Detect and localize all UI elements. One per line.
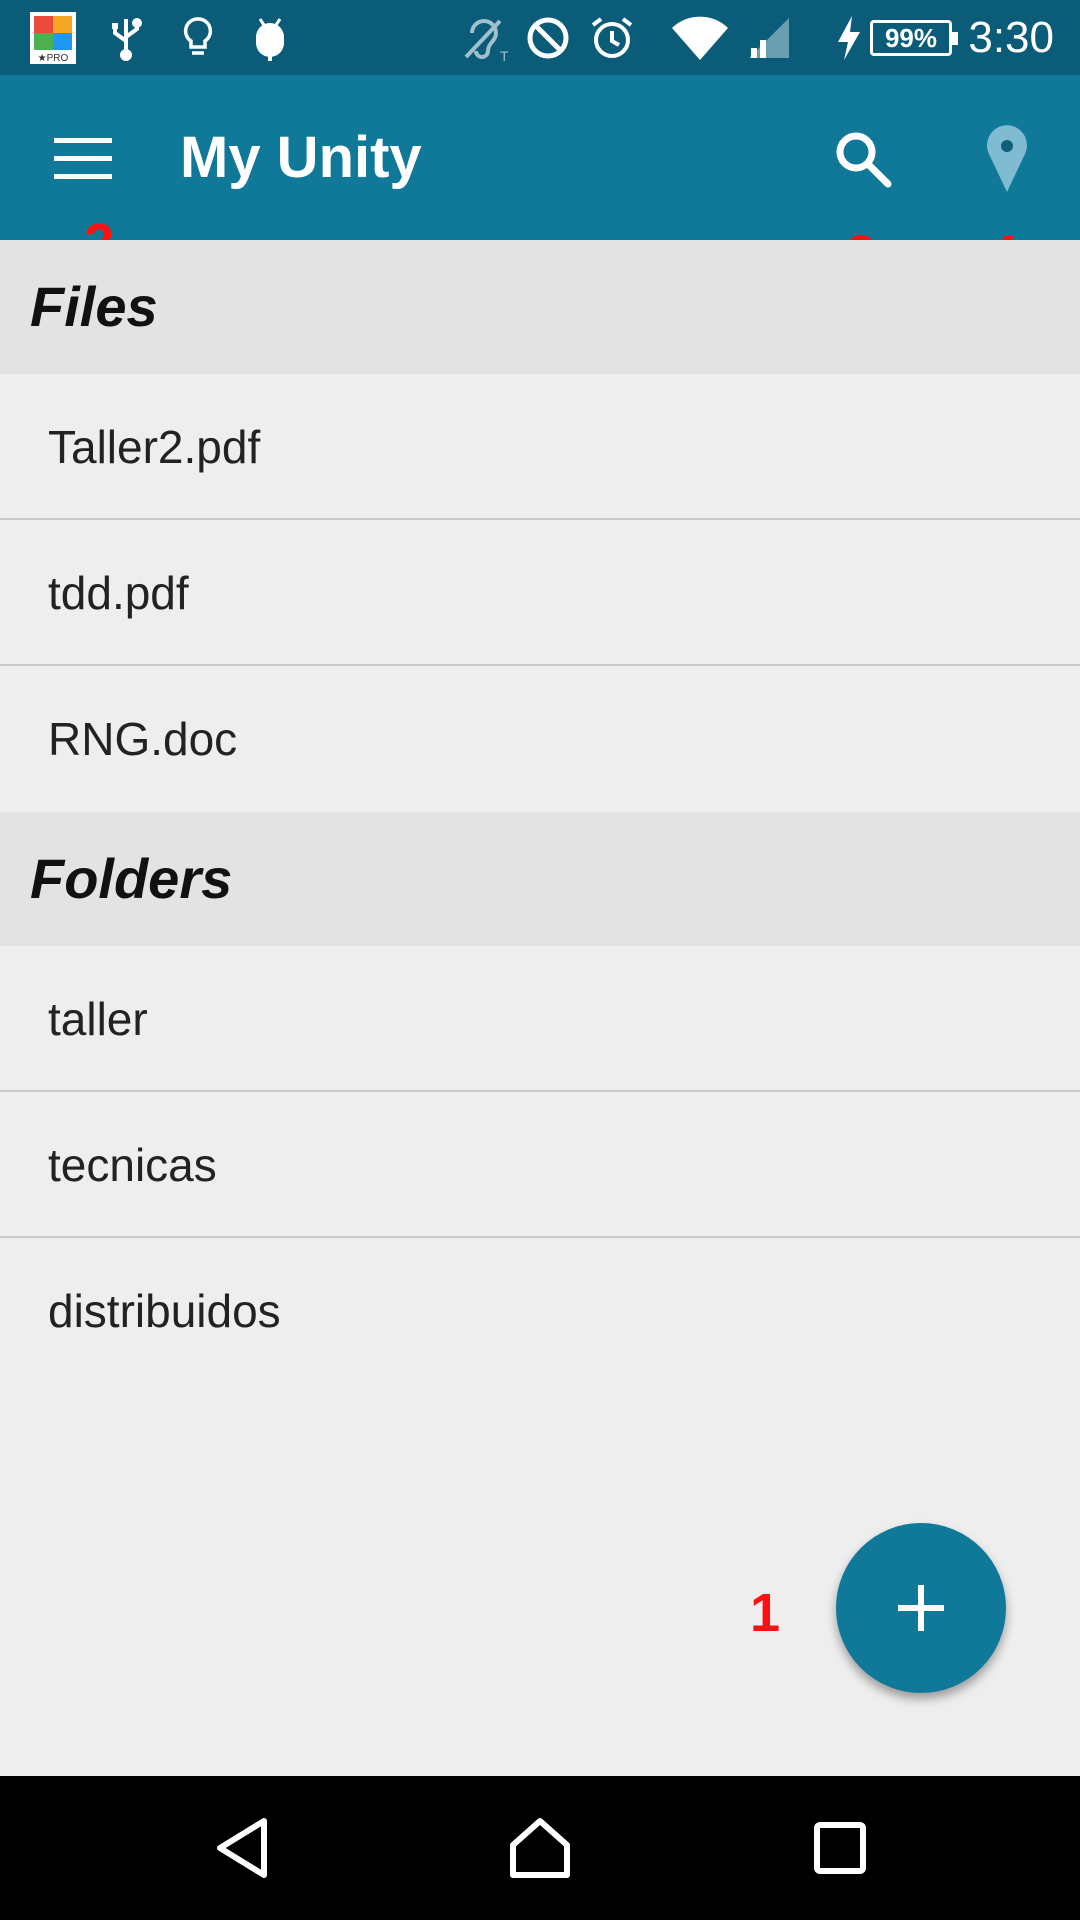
alarm-icon [588, 0, 636, 75]
folder-name: taller [48, 993, 148, 1045]
home-button[interactable] [470, 1776, 610, 1920]
folders-section-header: Folders [0, 812, 1080, 946]
annotation-1: 1 [750, 1583, 781, 1643]
back-icon [217, 1818, 267, 1878]
status-bar: ★PRO T 99% 3:30 [0, 0, 1080, 75]
avg-badge-text: ★PRO [38, 53, 69, 64]
app-bar: My Unity [0, 75, 1080, 240]
folder-name: distribuidos [48, 1285, 281, 1337]
back-button[interactable] [172, 1776, 312, 1920]
recents-icon [814, 1822, 866, 1874]
add-fab-button[interactable] [836, 1523, 1006, 1693]
usb-icon [106, 0, 146, 75]
folders-header-label: Folders [30, 847, 233, 910]
charging-icon [834, 0, 864, 75]
app-title: My Unity [180, 125, 422, 190]
search-icon [836, 132, 892, 188]
lightbulb-icon [178, 0, 218, 75]
file-name: RNG.doc [48, 713, 238, 765]
files-header-label: Files [30, 275, 158, 338]
plus-icon [898, 1585, 944, 1631]
hamburger-menu-icon [54, 138, 112, 179]
location-button[interactable] [960, 112, 1054, 206]
folder-item[interactable]: tecnicas [0, 1092, 1080, 1238]
android-debug-icon [250, 0, 290, 75]
folder-name: tecnicas [48, 1139, 217, 1191]
svg-text:T: T [500, 48, 509, 63]
file-item[interactable]: Taller2.pdf [0, 374, 1080, 520]
file-name: Taller2.pdf [48, 421, 261, 473]
search-button[interactable] [816, 112, 910, 206]
clock: 3:30 [968, 13, 1054, 62]
home-icon [510, 1818, 570, 1878]
screen: ★PRO T 99% 3:30 My Unity 1 Files Taller2… [0, 0, 1080, 1920]
folder-item[interactable]: taller [0, 946, 1080, 1092]
battery-icon: 99% [870, 20, 958, 56]
navigation-bar [0, 1776, 1080, 1920]
avg-antivirus-icon: ★PRO [30, 0, 76, 75]
map-pin-icon [987, 125, 1027, 192]
cell-signal-icon [746, 0, 792, 75]
file-item[interactable]: tdd.pdf [0, 520, 1080, 666]
recents-button[interactable] [770, 1776, 910, 1920]
files-section-header: Files [0, 240, 1080, 374]
wifi-icon [668, 0, 732, 75]
file-item[interactable]: RNG.doc [0, 666, 1080, 812]
do-not-disturb-icon [524, 0, 572, 75]
tty-icon: T [458, 0, 510, 75]
file-name: tdd.pdf [48, 567, 189, 619]
menu-button[interactable] [36, 112, 130, 206]
battery-percent: 99% [884, 23, 938, 53]
folder-item[interactable]: distribuidos [0, 1238, 1080, 1384]
